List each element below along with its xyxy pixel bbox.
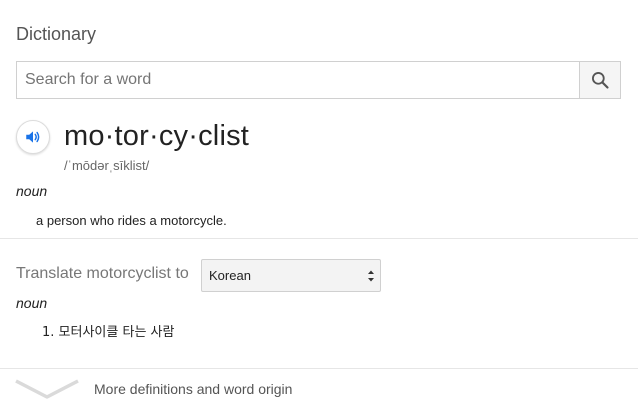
search-box bbox=[16, 61, 621, 99]
divider bbox=[0, 238, 638, 239]
search-icon bbox=[592, 72, 609, 89]
part-of-speech: noun bbox=[16, 183, 48, 199]
definition: a person who rides a motorcycle. bbox=[36, 213, 227, 228]
speaker-icon bbox=[26, 131, 40, 143]
translation-number: 1. bbox=[42, 325, 55, 340]
headword: mo·tor·cy·clist bbox=[64, 120, 250, 152]
translation-part-of-speech: noun bbox=[16, 295, 48, 311]
more-definitions-text: More definitions and word origin bbox=[94, 381, 293, 397]
translation-item: 1. 모터사이클 타는 사람 bbox=[42, 321, 174, 340]
dictionary-title: Dictionary bbox=[16, 24, 97, 44]
search-button[interactable] bbox=[579, 62, 620, 98]
phonetic-spelling: /ˈmōdərˌsīklist/ bbox=[64, 158, 150, 173]
pronunciation-button[interactable] bbox=[16, 120, 50, 154]
more-definitions-link[interactable]: More definitions and word origin bbox=[0, 369, 638, 409]
chevron-down-icon bbox=[15, 379, 79, 399]
search-input[interactable] bbox=[17, 62, 582, 98]
translate-label: Translate motorcyclist to bbox=[16, 265, 189, 282]
select-arrows-icon bbox=[368, 270, 374, 282]
translation-text: 모터사이클 타는 사람 bbox=[58, 325, 175, 340]
dictionary-card: Dictionary mo·tor·cy·clist /ˈmōdərˌsīkli… bbox=[0, 0, 638, 409]
language-select[interactable]: Korean bbox=[201, 259, 381, 292]
language-select-value: Korean bbox=[209, 268, 251, 283]
